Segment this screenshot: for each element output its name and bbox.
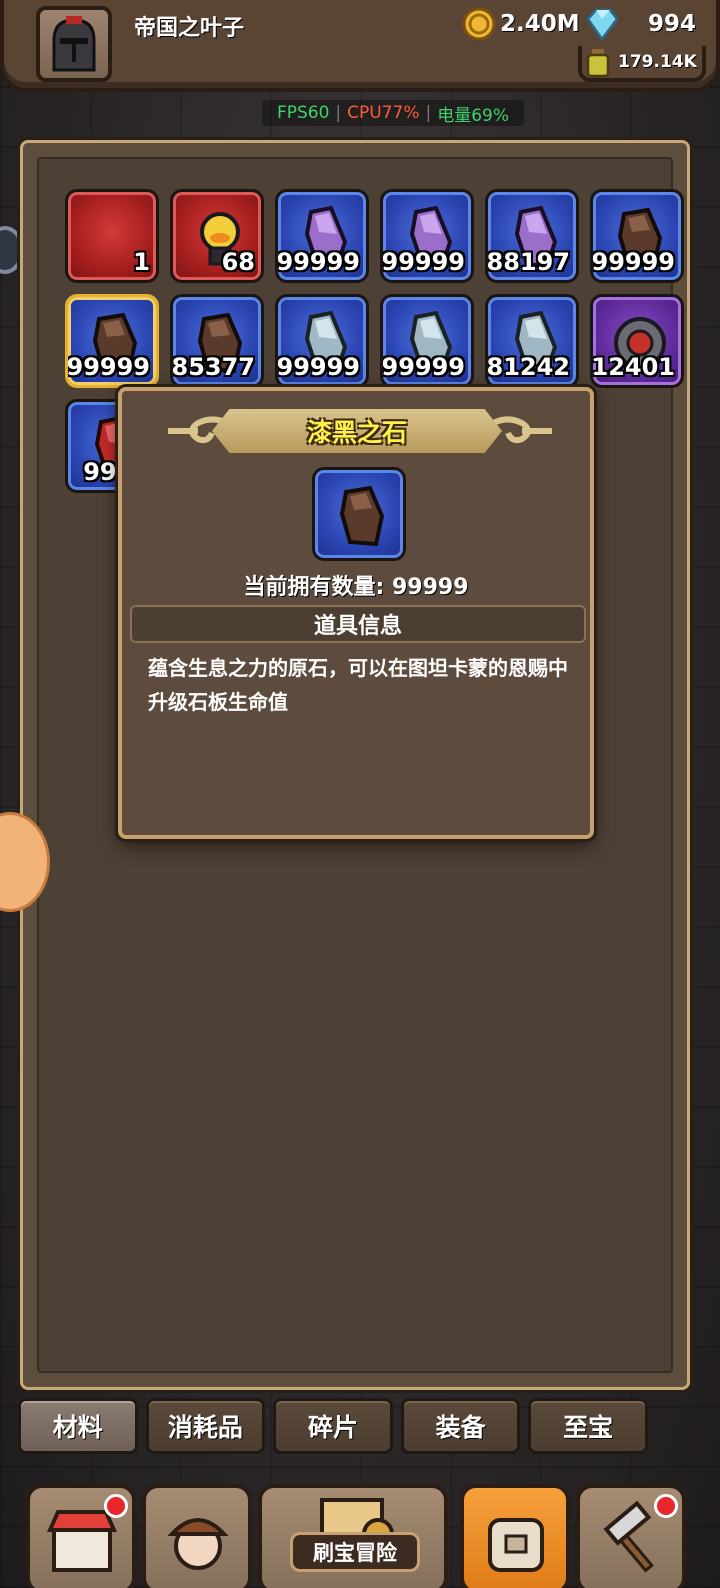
inventory-slot[interactable]: 88197 [485,189,579,283]
tab-3[interactable]: 装备 [400,1398,521,1454]
item-detail-popup: 漆黑之石 当前拥有数量: 99999 道具信息 蕴含生息之力的原石，可以在图坦卡… [118,387,594,839]
potion-value: 179.14K [618,52,697,72]
gem-counter[interactable]: 994 [584,7,706,41]
category-tabs: 材料 消耗品 碎片 装备 至宝 [18,1398,648,1458]
gold-value: 2.40M [500,11,580,37]
fps-label: FPS60 [276,103,330,123]
inventory-slot[interactable]: 99999 [380,294,474,388]
inventory-slot[interactable]: 99999 [275,189,369,283]
item-count: 99999 [276,248,360,276]
diamond-icon [586,8,619,41]
item-count: 68 [221,248,255,276]
inventory-slot[interactable]: 99999 [275,294,369,388]
owned-label: 当前拥有数量: [243,575,385,600]
inventory-slot[interactable]: 68 [170,189,264,283]
item-description: 蕴含生息之力的原石，可以在图坦卡蒙的恩赐中升级石板生命值 [148,656,568,714]
tab-4[interactable]: 至宝 [528,1398,648,1454]
forge-notification-dot [654,1494,678,1518]
item-info-header: 道具信息 [130,605,586,643]
hero-portrait-icon [167,1518,229,1570]
performance-overlay: FPS60 | CPU77% | 电量69% [262,100,524,126]
tab-0[interactable]: 材料 [18,1398,138,1454]
item-count: 1 [133,248,150,276]
inventory-slot[interactable]: 99999 [65,294,159,388]
inventory-slot[interactable]: 85377 [170,294,264,388]
tab-1[interactable]: 消耗品 [145,1398,266,1454]
item-count: 85377 [171,353,255,381]
owned-value: 99999 [391,575,469,600]
cpu-label: CPU77% [347,103,420,123]
backpack-icon [488,1518,544,1572]
knight-helmet-icon [52,16,96,72]
backpack-nav-button[interactable] [460,1484,570,1588]
gem-value: 994 [647,11,696,37]
adventure-label: 刷宝冒险 [290,1532,420,1572]
item-count: 81242 [486,353,570,381]
inventory-slot[interactable]: 99999 [590,189,684,283]
item-count: 99999 [276,353,360,381]
item-count: 99999 [381,248,465,276]
popup-title: 漆黑之石 [306,418,407,447]
item-count: 99999 [66,353,150,381]
popup-title-banner: 漆黑之石 [212,409,502,453]
forge-nav-button[interactable] [576,1484,686,1588]
item-count: 12401 [591,353,675,381]
dark-stone-icon [339,485,385,547]
bottom-nav: 刷宝冒险 [0,1478,720,1588]
inventory-slot[interactable]: 99999 [380,189,474,283]
popup-item-slot [312,467,406,561]
shop-notification-dot [104,1494,128,1518]
battery-label: 电量69% [437,105,510,126]
potion-jar-icon [586,49,610,78]
inventory-slot[interactable]: 1 [65,189,159,283]
gold-counter[interactable]: 2.40M [462,7,580,41]
hero-nav-button[interactable] [142,1484,252,1588]
gold-coin-icon [462,7,496,41]
tab-2[interactable]: 碎片 [273,1398,393,1454]
player-name: 帝国之叶子 [134,16,245,41]
inventory-slot[interactable]: 81242 [485,294,579,388]
potion-counter[interactable]: 179.14K [578,46,706,82]
inventory-slot[interactable]: 12401 [590,294,684,388]
avatar[interactable] [36,6,112,82]
item-count: 99999 [381,353,465,381]
item-count: 99999 [591,248,675,276]
item-count: 88197 [486,248,570,276]
shop-nav-button[interactable] [26,1484,136,1588]
owned-count-line: 当前拥有数量: 99999 [122,569,590,601]
